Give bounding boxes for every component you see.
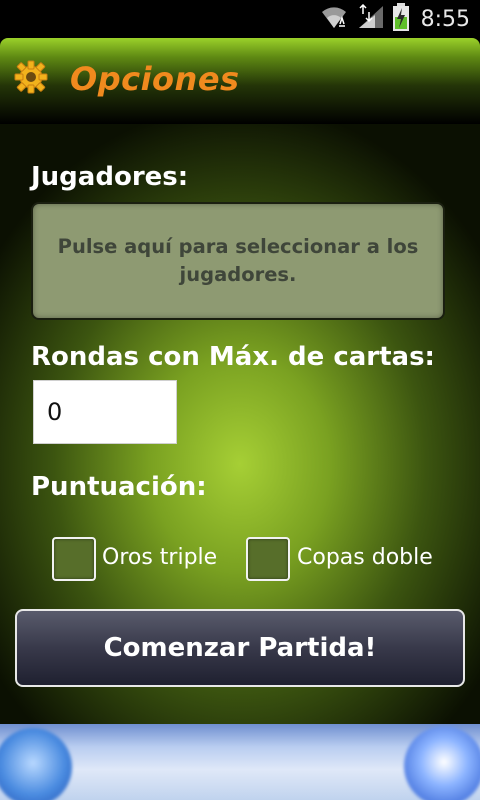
oros-triple-label[interactable]: Oros triple xyxy=(102,545,217,570)
rounds-input[interactable]: 0 xyxy=(33,380,177,444)
select-players-text: Pulse aquí para seleccionar a los jugado… xyxy=(57,235,419,286)
options-form: Jugadores: Pulse aquí para seleccionar a… xyxy=(0,124,480,724)
signal-icon xyxy=(357,3,385,34)
copas-doble-checkbox[interactable] xyxy=(246,537,290,581)
copas-doble-label[interactable]: Copas doble xyxy=(297,545,433,570)
gear-icon[interactable] xyxy=(14,60,48,94)
scoring-label: Puntuación: xyxy=(31,472,207,502)
battery-charging-icon xyxy=(392,3,409,35)
ad-logo-icon xyxy=(0,728,72,800)
oros-triple-checkbox[interactable] xyxy=(52,537,96,581)
rounds-label: Rondas con Máx. de cartas: xyxy=(31,342,435,372)
ad-button-icon[interactable] xyxy=(404,726,480,800)
wifi-icon xyxy=(319,4,349,34)
select-players-box[interactable]: Pulse aquí para seleccionar a los jugado… xyxy=(31,202,445,320)
action-bar: Opciones xyxy=(0,38,480,124)
start-game-button[interactable]: Comenzar Partida! xyxy=(15,609,465,687)
status-bar: 8:55 xyxy=(0,0,480,38)
page-title: Opciones xyxy=(70,60,240,98)
ad-banner[interactable] xyxy=(0,724,480,800)
status-icons: 8:55 xyxy=(319,0,470,38)
clock: 8:55 xyxy=(420,6,470,32)
players-label: Jugadores: xyxy=(31,162,189,192)
